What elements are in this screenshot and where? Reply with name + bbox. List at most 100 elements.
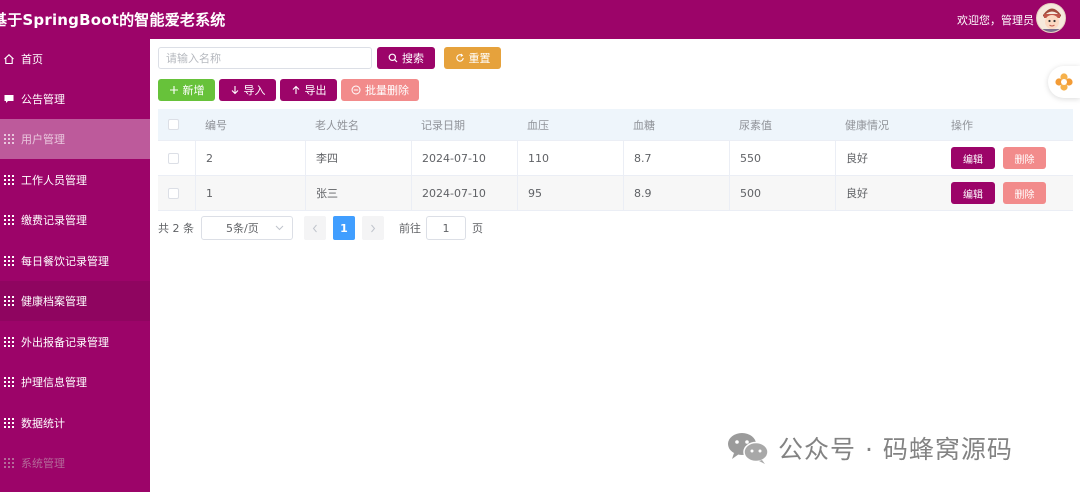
sidebar-item-label: 健康档案管理 [21, 295, 87, 308]
column-header-health: 健康情况 [845, 118, 889, 132]
wechat-icon [728, 433, 769, 464]
message-icon [3, 93, 15, 105]
add-button-label: 新增 [182, 84, 205, 97]
sidebar-item-meals[interactable]: 每日餐饮记录管理 [0, 241, 150, 281]
grid-icon [3, 214, 15, 226]
search-input[interactable] [158, 47, 372, 69]
goto-page-input[interactable]: 1 [426, 216, 466, 240]
row-checkbox[interactable] [168, 152, 179, 164]
column-header-id: 编号 [205, 118, 227, 132]
export-button-label: 导出 [304, 84, 327, 97]
cell-blood-pressure: 95 [517, 176, 542, 210]
cell-date: 2024-07-10 [411, 176, 486, 210]
sidebar-item-health[interactable]: 健康档案管理 [0, 281, 150, 321]
column-header-blood-sugar: 血糖 [633, 118, 655, 132]
column-header-blood-pressure: 血压 [527, 118, 549, 132]
grid-icon [3, 457, 15, 469]
top-header: 基于SpringBoot的智能爱老系统 欢迎您，管理员 [0, 0, 1080, 39]
cell-blood-sugar: 8.7 [623, 141, 652, 175]
search-icon [388, 53, 398, 63]
page-size-value: 5条/页 [226, 222, 259, 235]
pagination: 共 2 条 5条/页 1 前往 1 页 [158, 216, 658, 240]
column-header-date: 记录日期 [421, 118, 465, 132]
delete-button[interactable]: 删除 [1003, 147, 1046, 169]
grid-icon [3, 376, 15, 388]
table-header-row: 编号 老人姓名 记录日期 血压 血糖 尿素值 健康情况 操作 [158, 109, 1073, 141]
flower-icon [1055, 73, 1073, 91]
column-header-urea: 尿素值 [739, 118, 772, 132]
cell-name: 李四 [305, 141, 338, 175]
page-suffix-label: 页 [472, 222, 483, 235]
sidebar-item-label: 护理信息管理 [21, 376, 87, 389]
cell-date: 2024-07-10 [411, 141, 486, 175]
sidebar-item-label: 工作人员管理 [21, 174, 87, 187]
chevron-right-icon [371, 224, 376, 232]
chevron-left-icon [312, 224, 317, 232]
page-size-select[interactable]: 5条/页 [201, 216, 293, 240]
batch-delete-button[interactable]: 批量删除 [341, 79, 419, 101]
remove-circle-icon [351, 85, 361, 95]
home-icon [3, 53, 15, 65]
sidebar-item-label: 数据统计 [21, 417, 65, 430]
chevron-down-icon [275, 225, 284, 231]
row-checkbox[interactable] [168, 187, 179, 199]
grid-icon [3, 255, 15, 267]
refresh-icon [455, 53, 464, 62]
sidebar-item-notice[interactable]: 公告管理 [0, 79, 150, 119]
sidebar-item-staff[interactable]: 工作人员管理 [0, 160, 150, 200]
sidebar-item-nursing[interactable]: 护理信息管理 [0, 362, 150, 402]
floating-assistant-button[interactable] [1048, 66, 1080, 98]
add-button[interactable]: 新增 [158, 79, 215, 101]
arrow-down-icon [231, 86, 238, 95]
import-button[interactable]: 导入 [219, 79, 276, 101]
arrow-up-icon [292, 85, 299, 94]
page-number-button[interactable]: 1 [333, 216, 355, 240]
sidebar-item-label: 首页 [21, 53, 43, 66]
table-row: 2 李四 2024-07-10 110 8.7 550 良好 编辑 删除 [158, 141, 1073, 176]
grid-icon [3, 417, 15, 429]
cell-id: 1 [195, 176, 213, 210]
import-button-label: 导入 [243, 84, 266, 97]
sidebar-item-label: 系统管理 [21, 457, 65, 470]
column-header-actions: 操作 [951, 118, 973, 132]
sidebar-item-label: 外出报备记录管理 [21, 336, 109, 349]
edit-button[interactable]: 编辑 [951, 182, 995, 204]
batch-delete-button-label: 批量删除 [365, 84, 409, 97]
main-content: 搜索 重置 新增 导入 导出 批量删除 编号 老人姓名 记录日期 血压 血糖 尿… [150, 39, 1080, 492]
reset-button[interactable]: 重置 [444, 47, 501, 69]
plus-icon [169, 86, 178, 94]
sidebar-item-label: 缴费记录管理 [21, 214, 87, 227]
prev-page-button[interactable] [304, 216, 326, 240]
cell-id: 2 [195, 141, 213, 175]
watermark-text: 公众号 · 码蜂窝源码 [778, 435, 1013, 464]
grid-icon [3, 174, 15, 186]
cell-urea: 500 [729, 176, 761, 210]
grid-icon [3, 295, 15, 307]
grid-icon [3, 133, 15, 145]
health-record-table: 编号 老人姓名 记录日期 血压 血糖 尿素值 健康情况 操作 2 李四 2024… [158, 109, 1073, 211]
user-avatar[interactable] [1036, 3, 1066, 33]
welcome-text[interactable]: 欢迎您，管理员 [957, 12, 1034, 28]
sidebar-item-payment[interactable]: 缴费记录管理 [0, 200, 150, 240]
next-page-button[interactable] [362, 216, 384, 240]
sidebar-item-users[interactable]: 用户管理 [0, 119, 150, 159]
sidebar-item-home[interactable]: 首页 [0, 39, 150, 79]
cell-health: 良好 [835, 141, 868, 175]
sidebar-item-statistics[interactable]: 数据统计 [0, 403, 150, 443]
delete-button[interactable]: 删除 [1003, 182, 1046, 204]
goto-label: 前往 [399, 222, 421, 235]
sidebar: 首页 公告管理 用户管理 工作人员管理 缴费记录管理 每日餐饮记录管理 健康档案… [0, 39, 150, 492]
pagination-total: 共 2 条 [158, 222, 194, 235]
sidebar-item-label: 公告管理 [21, 93, 65, 106]
sidebar-item-outing[interactable]: 外出报备记录管理 [0, 322, 150, 362]
search-button[interactable]: 搜索 [377, 47, 435, 69]
edit-button[interactable]: 编辑 [951, 147, 995, 169]
search-button-label: 搜索 [402, 52, 424, 65]
cell-blood-pressure: 110 [517, 141, 549, 175]
select-all-checkbox[interactable] [168, 119, 179, 130]
table-row: 1 张三 2024-07-10 95 8.9 500 良好 编辑 删除 [158, 176, 1073, 211]
avatar-icon [1037, 4, 1065, 32]
grid-icon [3, 336, 15, 348]
sidebar-item-system[interactable]: 系统管理 [0, 443, 150, 483]
export-button[interactable]: 导出 [280, 79, 337, 101]
